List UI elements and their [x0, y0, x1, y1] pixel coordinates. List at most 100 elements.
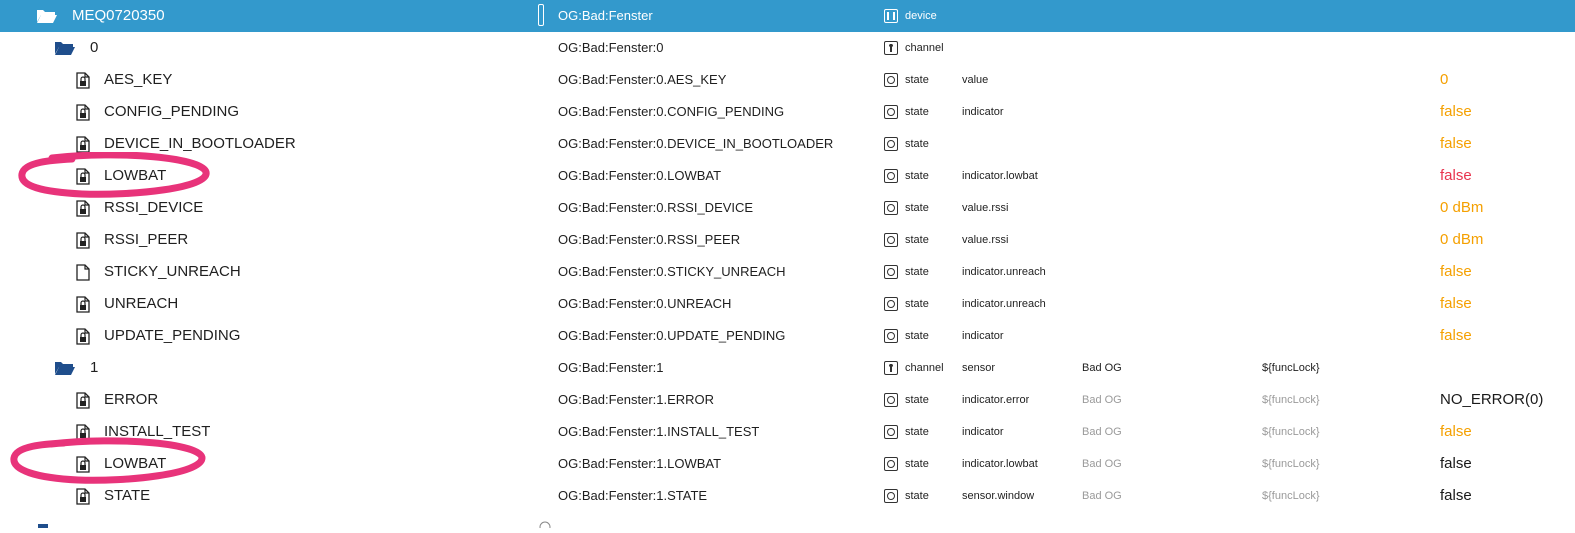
object-type: state: [884, 448, 929, 480]
state-type-icon: [884, 137, 898, 151]
object-value[interactable]: 0 dBm: [1440, 192, 1483, 224]
object-function: ${funcLock}: [1262, 394, 1320, 406]
file-lock-icon: [76, 64, 90, 96]
channel-type-icon: [884, 361, 898, 375]
object-type: state: [884, 480, 929, 512]
tree-row[interactable]: 0 OG:Bad:Fenster:0 channel: [0, 32, 1575, 64]
object-type-label: state: [905, 458, 929, 470]
object-role: indicator: [962, 426, 1004, 438]
folder-open-icon[interactable]: [54, 352, 76, 384]
object-name: RSSI_PEER: [104, 231, 189, 248]
object-id: OG:Bad:Fenster:1.STATE: [558, 488, 708, 503]
object-name: STICKY_UNREACH: [104, 263, 241, 280]
tree-row[interactable]: CONFIG_PENDING OG:Bad:Fenster:0.CONFIG_PE…: [0, 96, 1575, 128]
object-type-label: state: [905, 234, 929, 246]
tree-row[interactable]: UNREACH OG:Bad:Fenster:0.UNREACH state indi…: [0, 288, 1575, 320]
object-type: state: [884, 64, 929, 96]
tree-row[interactable]: RSSI_DEVICE OG:Bad:Fenster:0.RSSI_DEVICE s…: [0, 192, 1575, 224]
object-type-label: state: [905, 170, 929, 182]
object-name: AES_KEY: [104, 71, 173, 88]
object-value[interactable]: false: [1440, 160, 1472, 192]
tree-row[interactable]: UPDATE_PENDING OG:Bad:Fenster:0.UPDATE_PE…: [0, 320, 1575, 352]
file-lock-icon: [76, 384, 90, 416]
object-value[interactable]: false: [1440, 128, 1472, 160]
object-type: channel: [884, 32, 944, 64]
object-value[interactable]: false: [1440, 416, 1472, 448]
object-type: state: [884, 128, 929, 160]
file-lock-icon: [76, 224, 90, 256]
tree-row[interactable]: DEVICE_IN_BOOTLOADER OG:Bad:Fenster:0.DEV…: [0, 128, 1575, 160]
object-value[interactable]: NO_ERROR(0): [1440, 384, 1543, 416]
object-role: sensor: [962, 362, 996, 374]
object-type: state: [884, 256, 929, 288]
tree-row[interactable]: ERROR OG:Bad:Fenster:1.ERROR state indicato…: [0, 384, 1575, 416]
object-name: ERROR: [104, 391, 159, 408]
file-lock-icon: [76, 128, 90, 160]
tree-row[interactable]: RSSI_PEER OG:Bad:Fenster:0.RSSI_PEER state…: [0, 224, 1575, 256]
object-type: state: [884, 288, 929, 320]
object-id: OG:Bad:Fenster:1: [558, 360, 664, 375]
object-id: OG:Bad:Fenster:0.STICKY_UNREACH: [558, 264, 786, 279]
tree-row[interactable]: LOWBAT OG:Bad:Fenster:0.LOWBAT state indica…: [0, 160, 1575, 192]
folder-open-icon[interactable]: [54, 32, 76, 64]
folder-open-icon[interactable]: [36, 0, 58, 32]
state-type-icon: [884, 489, 898, 503]
object-type-label: state: [905, 330, 929, 342]
object-function: ${funcLock}: [1262, 458, 1320, 470]
object-function: ${funcLock}: [1262, 426, 1320, 438]
file-lock-icon: [76, 160, 90, 192]
object-value[interactable]: 0 dBm: [1440, 224, 1483, 256]
state-type-icon: [884, 265, 898, 279]
tree-row[interactable]: STATE OG:Bad:Fenster:1.STATE state sensor.w…: [0, 480, 1575, 512]
object-role: indicator: [962, 106, 1004, 118]
column-resize-icon[interactable]: [538, 4, 544, 26]
tree-row[interactable]: AES_KEY OG:Bad:Fenster:0.AES_KEY state valu…: [0, 64, 1575, 96]
object-value[interactable]: false: [1440, 96, 1472, 128]
object-value[interactable]: 0: [1440, 64, 1448, 96]
next-row-partial: [0, 515, 1575, 533]
object-type: state: [884, 160, 929, 192]
device-type-icon: [884, 9, 898, 23]
object-id: OG:Bad:Fenster:0.RSSI_PEER: [558, 232, 741, 247]
object-type: state: [884, 416, 929, 448]
object-value[interactable]: false: [1440, 288, 1472, 320]
object-type-label: state: [905, 202, 929, 214]
file-lock-icon: [76, 416, 90, 448]
object-id: OG:Bad:Fenster: [558, 8, 653, 23]
object-name: CONFIG_PENDING: [104, 103, 240, 120]
object-id: OG:Bad:Fenster:0.DEVICE_IN_BOOTLOADER: [558, 136, 834, 151]
object-name: STATE: [104, 487, 151, 504]
object-room: Bad OG: [1082, 490, 1122, 502]
object-type-label: channel: [905, 42, 944, 54]
object-value[interactable]: false: [1440, 320, 1472, 352]
object-id: OG:Bad:Fenster:1.INSTALL_TEST: [558, 424, 760, 439]
object-type-label: state: [905, 298, 929, 310]
object-type: state: [884, 320, 929, 352]
object-role: indicator: [962, 330, 1004, 342]
object-role: value: [962, 74, 989, 86]
tree-row[interactable]: MEQ0720350 OG:Bad:Fenster device: [0, 0, 1575, 32]
object-type-label: state: [905, 106, 929, 118]
tree-row[interactable]: INSTALL_TEST OG:Bad:Fenster:1.INSTALL_TES…: [0, 416, 1575, 448]
object-name: MEQ0720350: [72, 7, 165, 24]
object-type-label: device: [905, 10, 937, 22]
object-value[interactable]: false: [1440, 448, 1472, 480]
object-role: indicator.lowbat: [962, 458, 1038, 470]
object-value[interactable]: false: [1440, 480, 1472, 512]
state-type-icon: [884, 73, 898, 87]
object-type: channel: [884, 352, 944, 384]
tree-row[interactable]: LOWBAT OG:Bad:Fenster:1.LOWBAT state indica…: [0, 448, 1575, 480]
state-type-icon: [884, 169, 898, 183]
object-type: state: [884, 224, 929, 256]
state-type-icon: [884, 425, 898, 439]
file-lock-icon: [76, 96, 90, 128]
state-type-icon: [884, 297, 898, 311]
object-room: Bad OG: [1082, 458, 1122, 470]
object-id: OG:Bad:Fenster:0.LOWBAT: [558, 168, 722, 183]
object-value[interactable]: false: [1440, 256, 1472, 288]
tree-row[interactable]: 1 OG:Bad:Fenster:1 channel sensor Bad OG ${fu…: [0, 352, 1575, 384]
file-icon: [76, 256, 90, 288]
object-type-label: state: [905, 490, 929, 502]
tree-row[interactable]: STICKY_UNREACH OG:Bad:Fenster:0.STICKY_UN…: [0, 256, 1575, 288]
object-function: ${funcLock}: [1262, 490, 1320, 502]
